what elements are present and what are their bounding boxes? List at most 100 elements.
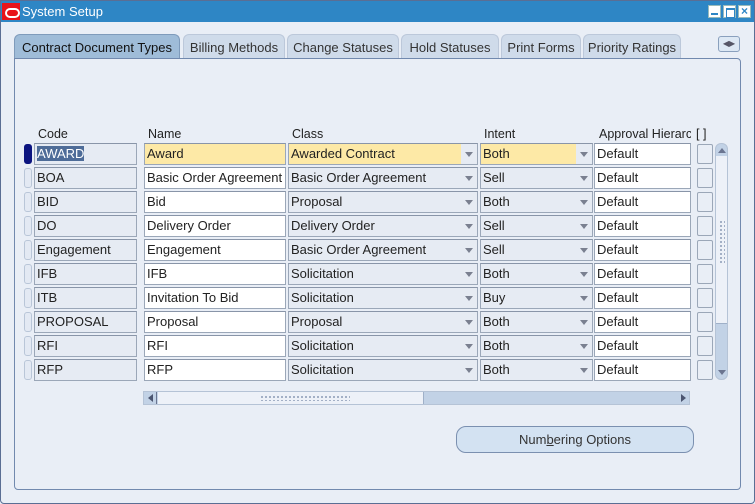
chevron-down-icon[interactable] <box>580 176 588 181</box>
code-field[interactable]: RFI <box>34 335 137 357</box>
chevron-down-icon[interactable] <box>580 248 588 253</box>
row-selector[interactable] <box>24 192 32 212</box>
intent-select[interactable]: Both <box>480 311 593 333</box>
descriptive-flexfield[interactable] <box>697 240 713 260</box>
row-selector[interactable] <box>24 312 32 332</box>
name-field[interactable]: Basic Order Agreement <box>144 167 286 189</box>
name-field[interactable]: Delivery Order <box>144 215 286 237</box>
class-select[interactable]: Basic Order Agreement <box>288 167 478 189</box>
horizontal-scroll-thumb[interactable] <box>158 392 424 404</box>
tab-print-forms[interactable]: Print Forms <box>501 34 581 59</box>
row-selector[interactable] <box>24 216 32 236</box>
approval-hierarchy-field[interactable]: Default <box>594 287 691 309</box>
approval-hierarchy-field[interactable]: Default <box>594 191 691 213</box>
intent-select[interactable]: Sell <box>480 239 593 261</box>
chevron-down-icon[interactable] <box>580 152 588 157</box>
row-selector[interactable] <box>24 144 32 164</box>
class-select[interactable]: Proposal <box>288 311 478 333</box>
chevron-down-icon[interactable] <box>465 344 473 349</box>
chevron-down-icon[interactable] <box>580 272 588 277</box>
tab-scroll-button[interactable]: ◀▶ <box>718 36 740 52</box>
tab-contract-document-types[interactable]: Contract Document Types <box>14 34 180 60</box>
minimize-button[interactable] <box>708 5 721 18</box>
intent-select[interactable]: Both <box>480 191 593 213</box>
approval-hierarchy-field[interactable]: Default <box>594 215 691 237</box>
name-field[interactable]: Invitation To Bid <box>144 287 286 309</box>
intent-select[interactable]: Sell <box>480 215 593 237</box>
code-field[interactable]: DO <box>34 215 137 237</box>
intent-select[interactable]: Both <box>480 143 593 165</box>
code-field[interactable]: AWARD <box>34 143 137 165</box>
chevron-down-icon[interactable] <box>465 176 473 181</box>
name-field[interactable]: Proposal <box>144 311 286 333</box>
chevron-down-icon[interactable] <box>580 224 588 229</box>
code-field[interactable]: Engagement <box>34 239 137 261</box>
chevron-down-icon[interactable] <box>580 200 588 205</box>
chevron-down-icon[interactable] <box>465 368 473 373</box>
class-select[interactable]: Proposal <box>288 191 478 213</box>
class-select[interactable]: Basic Order Agreement <box>288 239 478 261</box>
name-field[interactable]: RFI <box>144 335 286 357</box>
tab-priority-ratings[interactable]: Priority Ratings <box>583 34 681 59</box>
horizontal-scrollbar[interactable] <box>143 391 690 405</box>
descriptive-flexfield[interactable] <box>697 216 713 236</box>
code-field[interactable]: IFB <box>34 263 137 285</box>
class-select[interactable]: Solicitation <box>288 263 478 285</box>
scroll-left-icon[interactable] <box>148 394 153 402</box>
code-field[interactable]: BOA <box>34 167 137 189</box>
scroll-up-icon[interactable] <box>718 148 726 153</box>
scroll-down-icon[interactable] <box>718 370 726 375</box>
row-selector[interactable] <box>24 168 32 188</box>
descriptive-flexfield[interactable] <box>697 144 713 164</box>
code-field[interactable]: RFP <box>34 359 137 381</box>
maximize-button[interactable] <box>723 5 736 18</box>
intent-select[interactable]: Buy <box>480 287 593 309</box>
approval-hierarchy-field[interactable]: Default <box>594 167 691 189</box>
descriptive-flexfield[interactable] <box>697 168 713 188</box>
name-field[interactable]: RFP <box>144 359 286 381</box>
chevron-down-icon[interactable] <box>580 368 588 373</box>
approval-hierarchy-field[interactable]: Default <box>594 335 691 357</box>
intent-select[interactable]: Both <box>480 263 593 285</box>
numbering-options-button[interactable]: Numbering Options <box>456 426 694 453</box>
chevron-down-icon[interactable] <box>465 248 473 253</box>
row-selector[interactable] <box>24 240 32 260</box>
descriptive-flexfield[interactable] <box>697 312 713 332</box>
descriptive-flexfield[interactable] <box>697 288 713 308</box>
tab-change-statuses[interactable]: Change Statuses <box>287 34 399 59</box>
name-field[interactable]: Bid <box>144 191 286 213</box>
approval-hierarchy-field[interactable]: Default <box>594 263 691 285</box>
approval-hierarchy-field[interactable]: Default <box>594 359 691 381</box>
class-select[interactable]: Solicitation <box>288 335 478 357</box>
tab-billing-methods[interactable]: Billing Methods <box>183 34 285 59</box>
name-field[interactable]: Engagement <box>144 239 286 261</box>
intent-select[interactable]: Both <box>480 335 593 357</box>
chevron-down-icon[interactable] <box>580 296 588 301</box>
approval-hierarchy-field[interactable]: Default <box>594 239 691 261</box>
chevron-down-icon[interactable] <box>465 200 473 205</box>
code-field[interactable]: ITB <box>34 287 137 309</box>
descriptive-flexfield[interactable] <box>697 360 713 380</box>
chevron-down-icon[interactable] <box>580 344 588 349</box>
name-field[interactable]: Award <box>144 143 286 165</box>
close-button[interactable]: × <box>738 5 751 18</box>
class-select[interactable]: Solicitation <box>288 359 478 381</box>
approval-hierarchy-field[interactable]: Default <box>594 143 691 165</box>
chevron-down-icon[interactable] <box>465 224 473 229</box>
tab-hold-statuses[interactable]: Hold Statuses <box>401 34 499 59</box>
intent-select[interactable]: Sell <box>480 167 593 189</box>
class-select[interactable]: Solicitation <box>288 287 478 309</box>
vertical-scroll-thumb[interactable] <box>716 156 727 324</box>
row-selector[interactable] <box>24 360 32 380</box>
name-field[interactable]: IFB <box>144 263 286 285</box>
descriptive-flexfield[interactable] <box>697 336 713 356</box>
row-selector[interactable] <box>24 336 32 356</box>
row-selector[interactable] <box>24 288 32 308</box>
intent-select[interactable]: Both <box>480 359 593 381</box>
chevron-down-icon[interactable] <box>465 152 473 157</box>
class-select[interactable]: Delivery Order <box>288 215 478 237</box>
descriptive-flexfield[interactable] <box>697 192 713 212</box>
chevron-down-icon[interactable] <box>465 272 473 277</box>
chevron-down-icon[interactable] <box>465 320 473 325</box>
scroll-right-icon[interactable] <box>681 394 686 402</box>
